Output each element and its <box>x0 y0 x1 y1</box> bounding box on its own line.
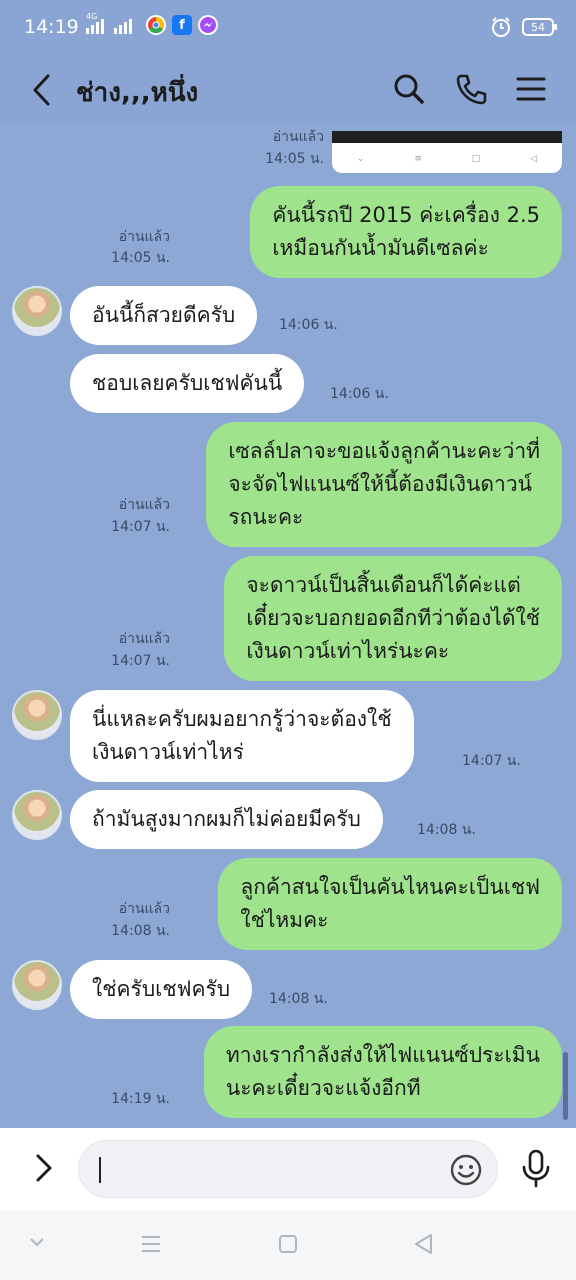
message-time: 14:07 น. <box>462 753 521 769</box>
outgoing-message[interactable]: จะดาวน์เป็นสิ้นเดือนก็ได้ค่ะแต่ เดี๋ยวจะ… <box>224 556 562 681</box>
text-caret <box>99 1157 101 1183</box>
status-time: 14:19 <box>24 16 79 38</box>
facebook-icon: f <box>172 15 192 35</box>
outgoing-message[interactable]: ทางเรากำลังส่งให้ไฟแนนซ์ประเมิน นะคะเดี๋… <box>203 1026 562 1118</box>
message-input[interactable] <box>78 1140 498 1198</box>
network-type-label: 4G <box>86 12 98 21</box>
read-receipt: อ่านแล้ว <box>118 229 170 245</box>
read-receipt: อ่านแล้ว <box>118 631 170 647</box>
read-receipt: อ่านแล้ว <box>118 901 170 917</box>
incoming-message[interactable]: ชอบเลยครับเชฟคันนี้ <box>70 354 305 413</box>
messenger-icon <box>198 15 218 35</box>
message-time: 14:06 น. <box>330 386 389 402</box>
image-home-icon: □ <box>471 154 481 164</box>
incoming-message[interactable]: นี่แหละครับผมอยากรู้ว่าจะต้องใช้ เงินดาว… <box>70 690 414 782</box>
battery-level: 54 <box>531 20 545 34</box>
collapse-icon[interactable] <box>28 1234 46 1253</box>
status-icons: 4G f <box>86 12 218 35</box>
message-time: 14:19 น. <box>111 1091 170 1107</box>
avatar[interactable] <box>12 790 62 840</box>
microphone-icon[interactable] <box>518 1148 554 1188</box>
recents-icon[interactable] <box>140 1234 162 1258</box>
back-arrow-icon[interactable] <box>28 72 56 108</box>
chrome-icon <box>146 15 166 35</box>
message-time: 14:05 น. <box>111 250 170 266</box>
emoji-icon[interactable] <box>449 1153 483 1187</box>
avatar[interactable] <box>12 690 62 740</box>
message-time: 14:07 น. <box>111 653 170 669</box>
phone-icon[interactable] <box>454 72 488 106</box>
message-time: 14:06 น. <box>279 317 338 333</box>
read-receipt: อ่านแล้ว <box>118 497 170 513</box>
avatar[interactable] <box>12 286 62 336</box>
image-back-icon: ◁ <box>530 154 538 164</box>
message-input-bar <box>0 1128 576 1210</box>
read-receipt: อ่านแล้ว <box>272 129 324 145</box>
back-triangle-icon[interactable] <box>412 1232 434 1260</box>
status-right: 54 <box>490 16 557 38</box>
menu-icon[interactable] <box>514 72 548 106</box>
outgoing-message[interactable]: ลูกค้าสนใจเป็นคันไหนคะเป็นเชฟ ใช่ไหมคะ <box>218 858 562 950</box>
chat-header: ช่าง,,,หนึ่ง <box>0 58 576 122</box>
avatar[interactable] <box>12 960 62 1010</box>
message-time: 14:05 น. <box>265 151 324 167</box>
mobile-signal-2-icon <box>114 16 132 34</box>
status-bar: 14:19 4G f 54 <box>0 0 576 58</box>
outgoing-message[interactable]: คันนี้รถปี 2015 ค่ะเครื่อง 2.5 เหมือนกัน… <box>250 186 562 278</box>
outgoing-message[interactable]: เซลล์ปลาจะขอแจ้งลูกค้านะคะว่าที่ จะจัดไฟ… <box>206 422 562 547</box>
message-time: 14:07 น. <box>111 519 170 535</box>
incoming-message[interactable]: อันนี้ก็สวยดีครับ <box>70 286 258 345</box>
image-collapse-icon: ⌄ <box>356 154 365 164</box>
system-navigation-bar <box>0 1210 576 1280</box>
message-time: 14:08 น. <box>111 923 170 939</box>
incoming-message[interactable]: ใช่ครับเชฟครับ <box>70 960 253 1019</box>
shared-image[interactable]: ⌄ ≡ □ ◁ <box>332 131 562 173</box>
alarm-icon <box>492 17 510 37</box>
incoming-message[interactable]: ถ้ามันสูงมากผมก็ไม่ค่อยมีครับ <box>70 790 383 849</box>
message-time: 14:08 น. <box>269 991 328 1007</box>
image-recents-icon: ≡ <box>414 154 422 164</box>
expand-icon[interactable] <box>30 1150 58 1186</box>
chat-title: ช่าง,,,หนึ่ง <box>76 78 199 108</box>
scrollbar[interactable] <box>563 1052 568 1120</box>
search-icon[interactable] <box>392 72 426 106</box>
chat-area[interactable]: อ่านแล้ว 14:05 น. ⌄ ≡ □ ◁ คันนี้รถปี 2015 ค… <box>0 122 576 1128</box>
mobile-signal-icon: 4G <box>86 12 104 34</box>
message-time: 14:08 น. <box>417 822 476 838</box>
battery-icon: 54 <box>522 18 557 36</box>
home-icon[interactable] <box>278 1234 298 1258</box>
